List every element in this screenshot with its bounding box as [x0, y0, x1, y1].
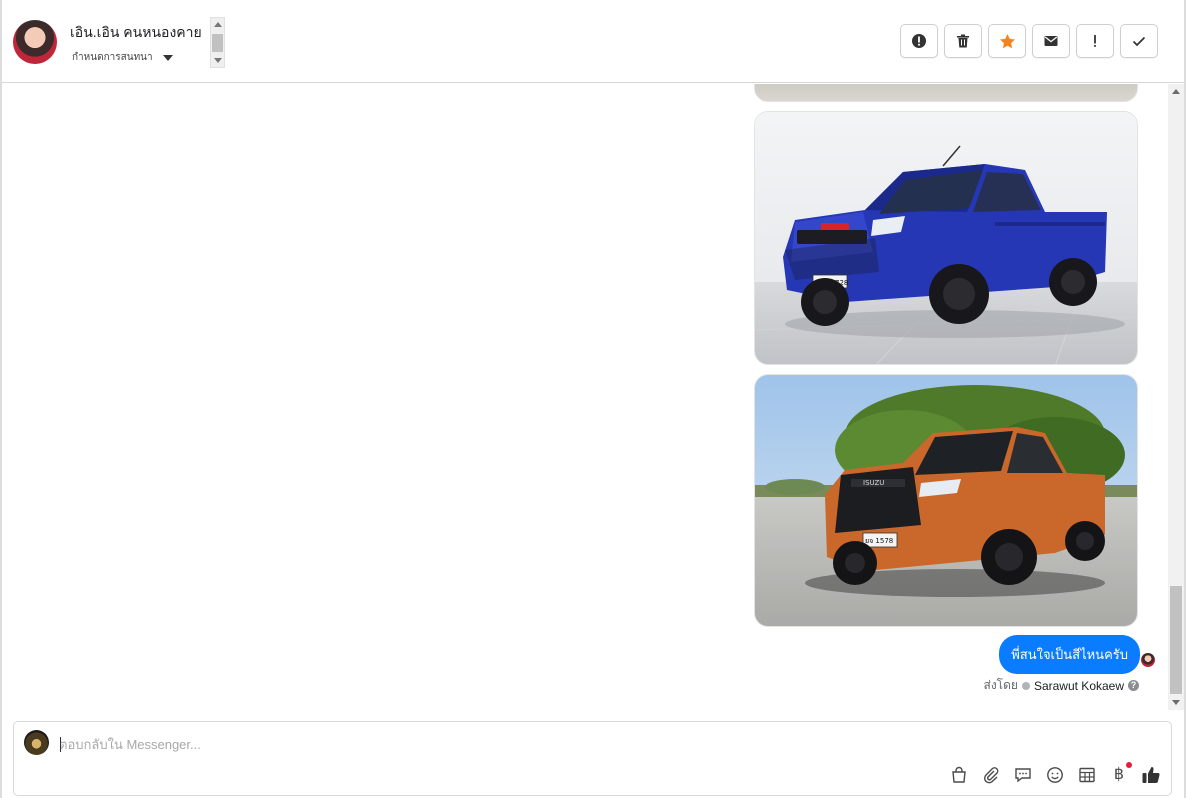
- truck-image-orange[interactable]: ISUZU ยจ 1578: [754, 374, 1138, 627]
- scrollbar-thumb[interactable]: [1170, 586, 1182, 694]
- text-cursor: [60, 737, 61, 752]
- contact-avatar[interactable]: [13, 20, 57, 64]
- svg-text:ISUZU: ISUZU: [863, 479, 884, 487]
- thread-scrollbar[interactable]: [1168, 84, 1184, 710]
- mark-spam-button[interactable]: [900, 24, 938, 58]
- messenger-inbox-page: เอิน.เอิน คนหนองคาย กำหนดการสนทนา ISUZU …: [0, 0, 1186, 798]
- star-icon: [999, 33, 1015, 48]
- saved-replies-button[interactable]: [1013, 765, 1033, 785]
- envelope-icon: [1044, 36, 1058, 46]
- scroll-up-arrow-icon[interactable]: [214, 22, 222, 27]
- sent-by-line: ส่งโดย Sarawut Kokaew ?: [983, 676, 1139, 695]
- follow-up-button[interactable]: [1076, 24, 1114, 58]
- truck-image-blue[interactable]: 8กพ 3728: [754, 111, 1138, 365]
- delete-button[interactable]: [944, 24, 982, 58]
- mark-done-button[interactable]: [1120, 24, 1158, 58]
- header-scrollbar[interactable]: [210, 17, 225, 68]
- scroll-down-arrow-icon[interactable]: [214, 58, 222, 63]
- conversation-header: เอิน.เอิน คนหนองคาย กำหนดการสนทนา: [2, 0, 1184, 83]
- trash-icon: [957, 34, 969, 48]
- orange-pickup-truck-photo: ISUZU ยจ 1578: [755, 375, 1137, 626]
- svg-text:ยจ 1578: ยจ 1578: [865, 537, 893, 545]
- bag-icon: [952, 766, 966, 783]
- scrollbar-thumb[interactable]: [212, 34, 223, 52]
- sent-by-prefix: ส่งโดย: [983, 678, 1018, 692]
- mark-unread-button[interactable]: [1032, 24, 1070, 58]
- attach-button[interactable]: [981, 765, 1001, 785]
- exclamation-circle-icon: [912, 34, 926, 48]
- paperclip-icon: [983, 767, 999, 784]
- exclamation-icon: [1094, 35, 1096, 47]
- caret-down-icon: [162, 54, 173, 61]
- truck-image-top[interactable]: [754, 84, 1138, 102]
- outgoing-message-bubble[interactable]: พี่สนใจเป็นสีไหนครับ: [999, 635, 1140, 674]
- contact-name[interactable]: เอิน.เอิน คนหนองคาย: [70, 22, 202, 44]
- payment-button[interactable]: ฿: [1109, 762, 1132, 785]
- verified-dot-icon: [1021, 681, 1030, 690]
- reply-composer: ฿: [13, 721, 1172, 796]
- help-icon[interactable]: ?: [1128, 680, 1139, 691]
- sender-name[interactable]: Sarawut Kokaew: [1034, 679, 1124, 693]
- message-thread: 8กพ 3728: [2, 84, 1168, 712]
- emoji-icon: [1047, 767, 1063, 783]
- star-button[interactable]: [988, 24, 1026, 58]
- blue-pickup-truck-photo: 8กพ 3728: [755, 112, 1137, 364]
- shop-bag-button[interactable]: [949, 765, 969, 785]
- seen-avatar: [1141, 653, 1155, 667]
- reply-input[interactable]: [59, 734, 1149, 754]
- checkmark-icon: [1132, 36, 1146, 47]
- scroll-up-arrow-icon[interactable]: [1172, 89, 1180, 94]
- conversation-toolbar: [900, 24, 1158, 58]
- scroll-down-arrow-icon[interactable]: [1172, 700, 1180, 705]
- table-button[interactable]: [1077, 765, 1097, 785]
- assign-label: กำหนดการสนทนา: [72, 52, 153, 63]
- composer-tools: ฿: [949, 762, 1161, 785]
- page-avatar: [24, 730, 49, 755]
- table-icon: [1079, 767, 1095, 783]
- assign-conversation-dropdown[interactable]: กำหนดการสนทนา: [72, 50, 173, 65]
- notification-dot: [1126, 762, 1132, 768]
- chat-bubble-icon: [1015, 768, 1031, 783]
- emoji-button[interactable]: [1045, 765, 1065, 785]
- thumbs-up-icon: [1142, 767, 1160, 783]
- like-button[interactable]: [1141, 765, 1161, 785]
- baht-icon: ฿: [1113, 766, 1125, 783]
